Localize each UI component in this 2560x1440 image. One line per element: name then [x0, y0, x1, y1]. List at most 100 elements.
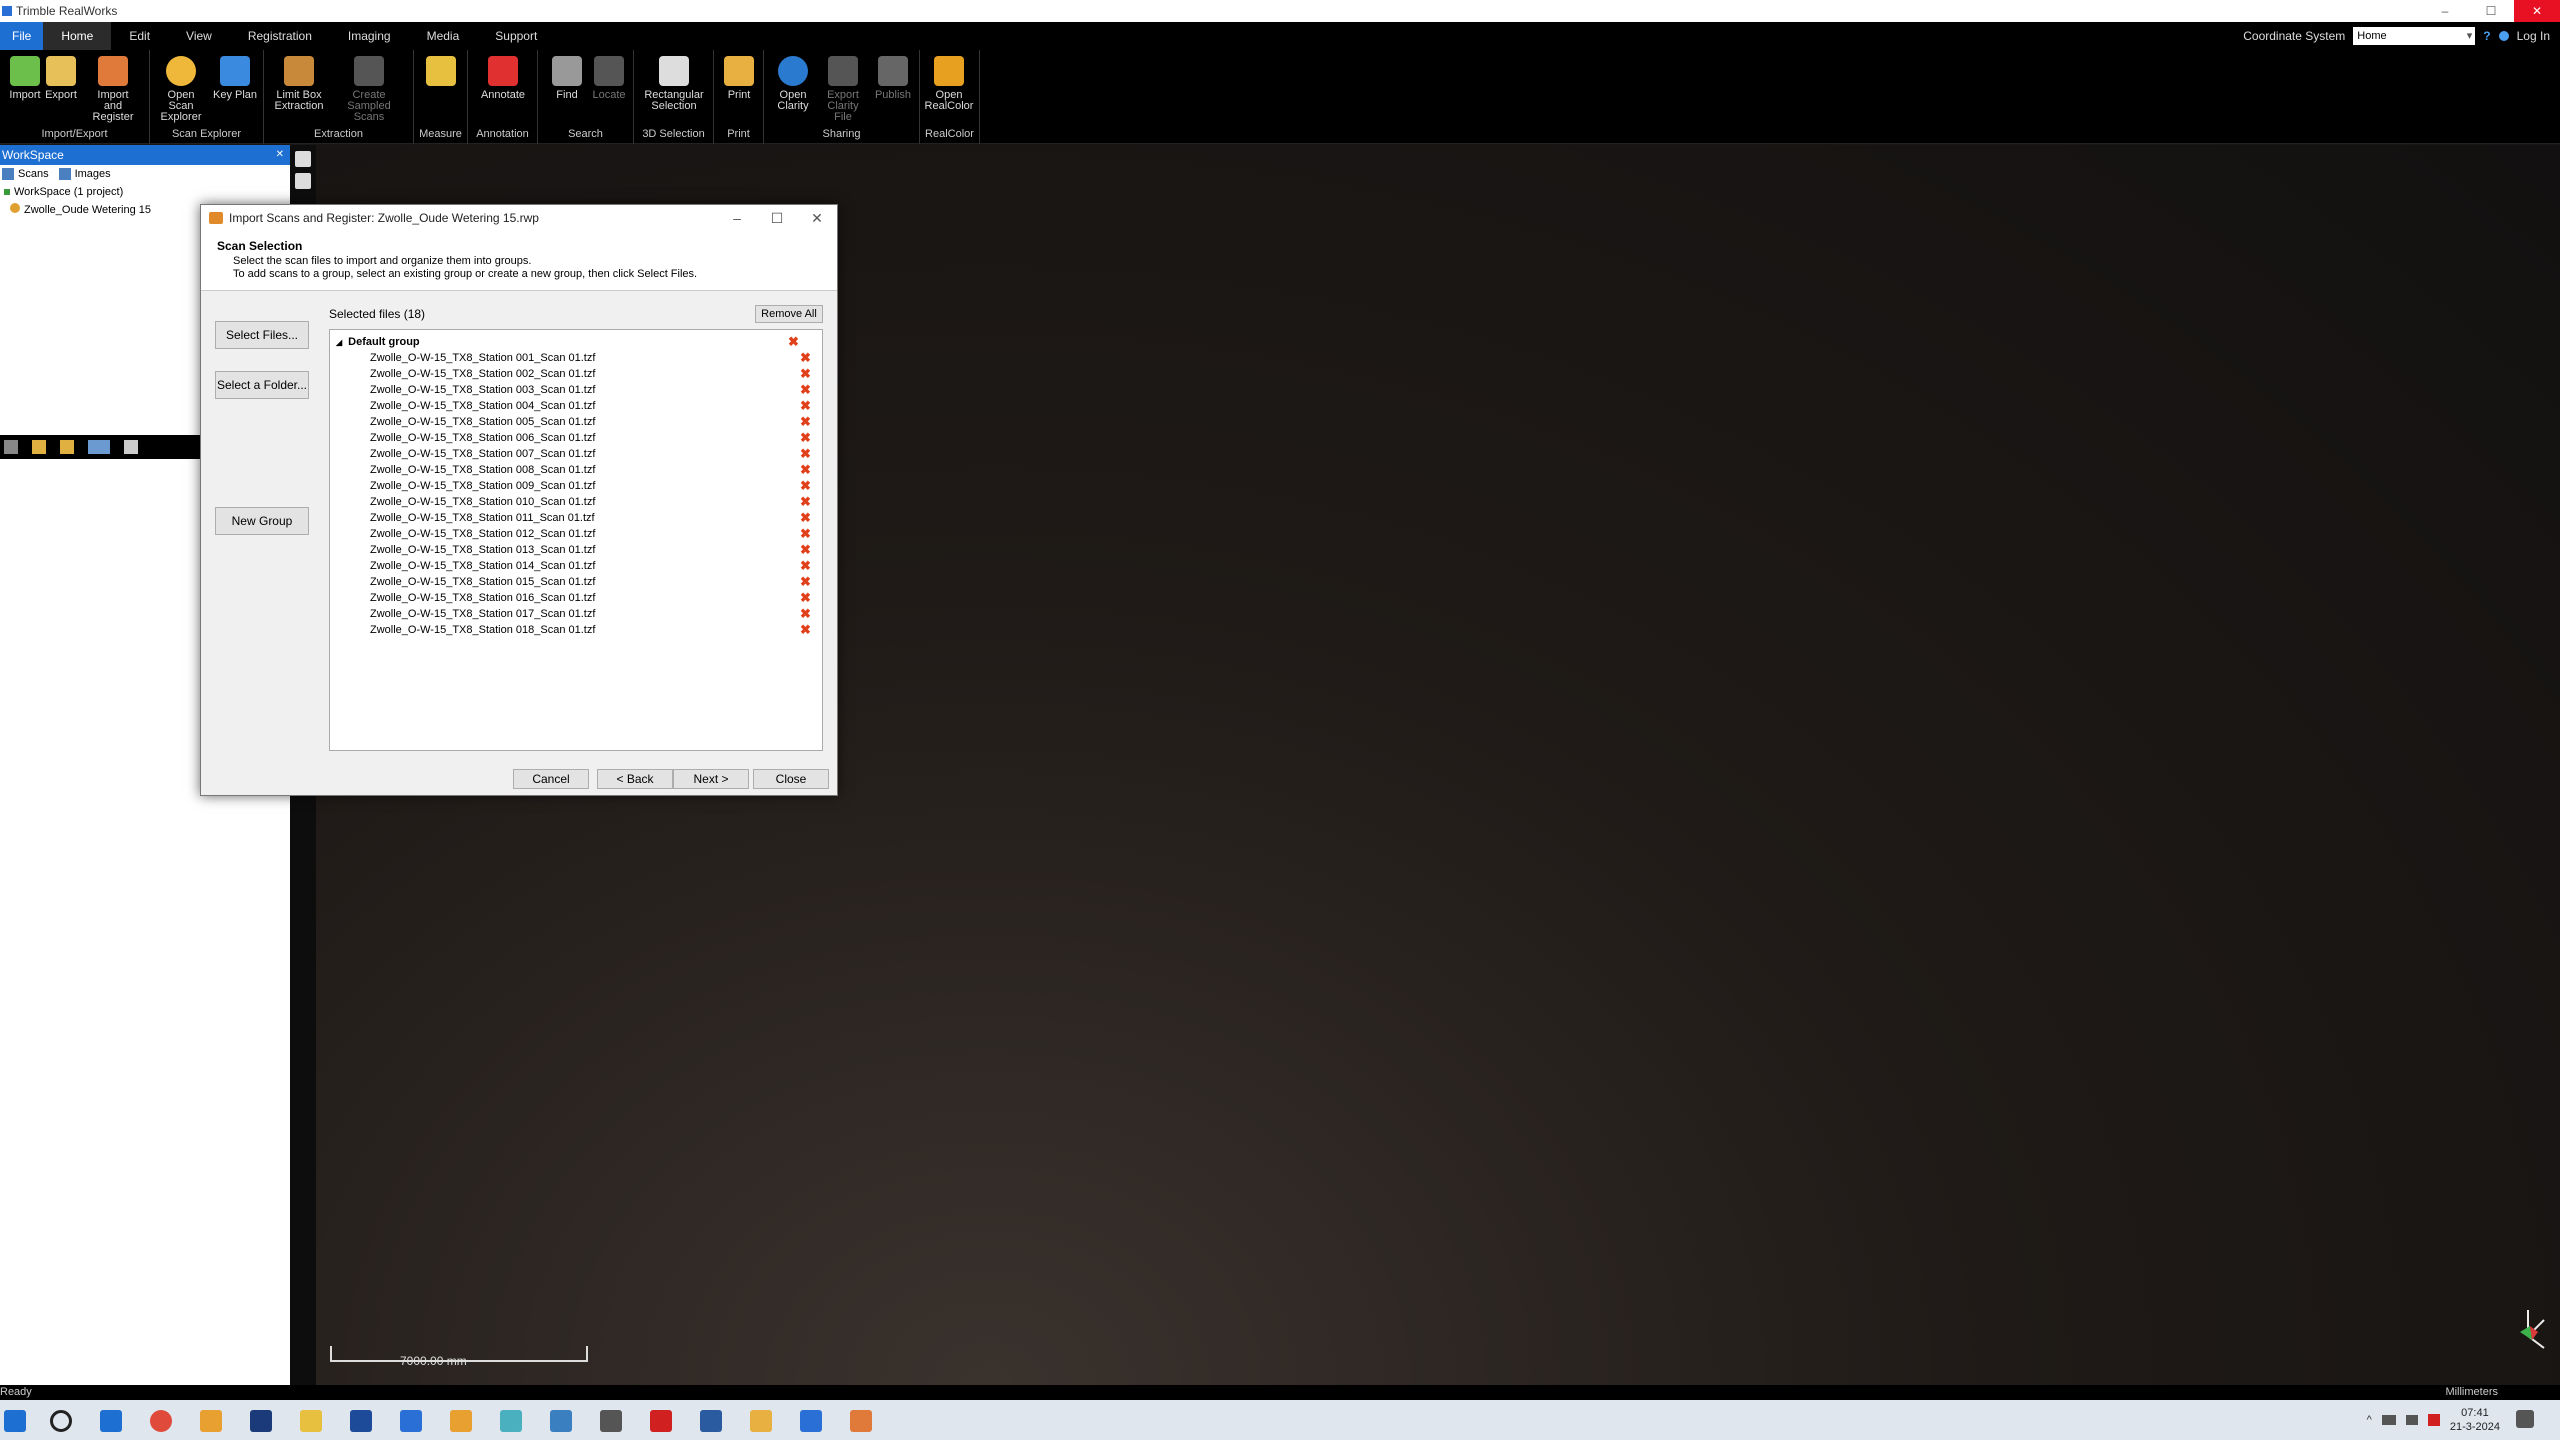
remove-file-icon[interactable]: ✖ [800, 510, 811, 526]
annotate-button[interactable]: Annotate [478, 56, 528, 101]
file-row[interactable]: Zwolle_O-W-15_TX8_Station 014_Scan 01.tz… [330, 558, 822, 574]
menu-support[interactable]: Support [477, 22, 555, 50]
cancel-button[interactable]: Cancel [513, 769, 589, 789]
mail-icon[interactable] [100, 1410, 122, 1432]
file-row[interactable]: Zwolle_O-W-15_TX8_Station 006_Scan 01.tz… [330, 430, 822, 446]
import-register-button[interactable]: Import and Register [88, 56, 138, 123]
home-icon[interactable] [750, 1410, 772, 1432]
remove-file-icon[interactable]: ✖ [800, 462, 811, 478]
locate-button[interactable]: Locate [584, 56, 634, 101]
open-realcolor-button[interactable]: Open RealColor [924, 56, 974, 112]
expand-icon[interactable]: ◢ [336, 338, 342, 347]
minimize-button[interactable]: – [2422, 0, 2468, 22]
app-icon[interactable] [400, 1410, 422, 1432]
select-files-button[interactable]: Select Files... [215, 321, 309, 349]
pin-icon[interactable]: ✕ [276, 145, 284, 165]
file-row[interactable]: Zwolle_O-W-15_TX8_Station 012_Scan 01.tz… [330, 526, 822, 542]
help-icon[interactable]: ? [2483, 29, 2490, 43]
file-list[interactable]: ◢ Default group ✖ Zwolle_O-W-15_TX8_Stat… [329, 329, 823, 751]
publish-button[interactable]: Publish [868, 56, 918, 101]
menu-home[interactable]: Home [43, 22, 112, 50]
remove-file-icon[interactable]: ✖ [800, 398, 811, 414]
open-clarity-button[interactable]: Open Clarity [768, 56, 818, 112]
chrome-icon[interactable] [150, 1410, 172, 1432]
app-icon[interactable] [550, 1410, 572, 1432]
remove-file-icon[interactable]: ✖ [800, 622, 811, 638]
limit-box-button[interactable]: Limit Box Extraction [274, 56, 324, 112]
folder-icon[interactable] [32, 440, 46, 454]
app-icon[interactable] [250, 1410, 272, 1432]
maximize-button[interactable]: ☐ [2468, 0, 2514, 22]
file-row[interactable]: Zwolle_O-W-15_TX8_Station 002_Scan 01.tz… [330, 366, 822, 382]
volume-icon[interactable] [2405, 1415, 2418, 1425]
file-row[interactable]: Zwolle_O-W-15_TX8_Station 018_Scan 01.tz… [330, 622, 822, 638]
file-row[interactable]: Zwolle_O-W-15_TX8_Station 005_Scan 01.tz… [330, 414, 822, 430]
calculator-icon[interactable] [600, 1410, 622, 1432]
dialog-minimize-button[interactable]: – [717, 205, 757, 231]
camera-icon[interactable] [295, 173, 311, 189]
remove-file-icon[interactable]: ✖ [800, 350, 811, 366]
app-icon[interactable] [450, 1410, 472, 1432]
remove-file-icon[interactable]: ✖ [800, 382, 811, 398]
file-row[interactable]: Zwolle_O-W-15_TX8_Station 016_Scan 01.tz… [330, 590, 822, 606]
close-button[interactable]: Close [753, 769, 829, 789]
file-row[interactable]: Zwolle_O-W-15_TX8_Station 017_Scan 01.tz… [330, 606, 822, 622]
remove-file-icon[interactable]: ✖ [800, 542, 811, 558]
tab-scans[interactable]: Scans [2, 168, 49, 180]
file-row[interactable]: Zwolle_O-W-15_TX8_Station 001_Scan 01.tz… [330, 350, 822, 366]
start-icon[interactable] [4, 1410, 26, 1432]
print-button[interactable]: Print [714, 56, 764, 101]
app-icon[interactable] [700, 1410, 722, 1432]
menu-file[interactable]: File [0, 22, 44, 50]
notifications-icon[interactable] [2516, 1410, 2534, 1428]
login-link[interactable]: Log In [2517, 29, 2550, 43]
file-row[interactable]: Zwolle_O-W-15_TX8_Station 008_Scan 01.tz… [330, 462, 822, 478]
view-icon[interactable] [88, 440, 110, 454]
network-icon[interactable] [2381, 1415, 2396, 1425]
remove-file-icon[interactable]: ✖ [800, 494, 811, 510]
remove-file-icon[interactable]: ✖ [800, 478, 811, 494]
export-clarity-button[interactable]: Export Clarity File [818, 56, 868, 123]
coordinate-system-select[interactable]: Home ▾ [2353, 27, 2476, 45]
r-app-icon[interactable] [350, 1410, 372, 1432]
file-row[interactable]: Zwolle_O-W-15_TX8_Station 007_Scan 01.tz… [330, 446, 822, 462]
menu-imaging[interactable]: Imaging [330, 22, 409, 50]
antivirus-icon[interactable] [2427, 1414, 2440, 1426]
chevron-up-icon[interactable]: ^ [2367, 1414, 2372, 1426]
up-arrow-icon[interactable] [60, 440, 74, 454]
remove-file-icon[interactable]: ✖ [800, 558, 811, 574]
file-row[interactable]: Zwolle_O-W-15_TX8_Station 003_Scan 01.tz… [330, 382, 822, 398]
remove-group-icon[interactable]: ✖ [788, 334, 799, 350]
properties-icon[interactable] [124, 440, 138, 454]
realworks-taskbar-icon[interactable] [850, 1410, 872, 1432]
menu-media[interactable]: Media [409, 22, 478, 50]
remove-file-icon[interactable]: ✖ [800, 606, 811, 622]
key-plan-button[interactable]: Key Plan [210, 56, 260, 101]
select-folder-button[interactable]: Select a Folder... [215, 371, 309, 399]
remove-file-icon[interactable]: ✖ [800, 430, 811, 446]
menu-registration[interactable]: Registration [230, 22, 330, 50]
remove-file-icon[interactable]: ✖ [800, 414, 811, 430]
remove-file-icon[interactable]: ✖ [800, 590, 811, 606]
remove-file-icon[interactable]: ✖ [800, 446, 811, 462]
file-row[interactable]: Zwolle_O-W-15_TX8_Station 004_Scan 01.tz… [330, 398, 822, 414]
dialog-maximize-button[interactable]: ☐ [757, 205, 797, 231]
remove-all-button[interactable]: Remove All [755, 305, 823, 323]
group-row[interactable]: ◢ Default group ✖ [330, 334, 822, 350]
file-row[interactable]: Zwolle_O-W-15_TX8_Station 015_Scan 01.tz… [330, 574, 822, 590]
menu-view[interactable]: View [168, 22, 230, 50]
file-row[interactable]: Zwolle_O-W-15_TX8_Station 011_Scan 01.tz… [330, 510, 822, 526]
folder-icon[interactable] [300, 1410, 322, 1432]
close-window-button[interactable]: ✕ [2514, 0, 2560, 22]
tree-item-workspace[interactable]: WorkSpace (1 project) [4, 183, 290, 201]
app-icon[interactable] [800, 1410, 822, 1432]
next-button[interactable]: Next > [673, 769, 749, 789]
remove-file-icon[interactable]: ✖ [800, 574, 811, 590]
app-icon[interactable] [650, 1410, 672, 1432]
file-row[interactable]: Zwolle_O-W-15_TX8_Station 013_Scan 01.tz… [330, 542, 822, 558]
file-row[interactable]: Zwolle_O-W-15_TX8_Station 010_Scan 01.tz… [330, 494, 822, 510]
new-group-button[interactable]: New Group [215, 507, 309, 535]
search-icon[interactable] [50, 1410, 72, 1432]
remove-file-icon[interactable]: ✖ [800, 366, 811, 382]
dialog-close-button[interactable]: ✕ [797, 205, 837, 231]
